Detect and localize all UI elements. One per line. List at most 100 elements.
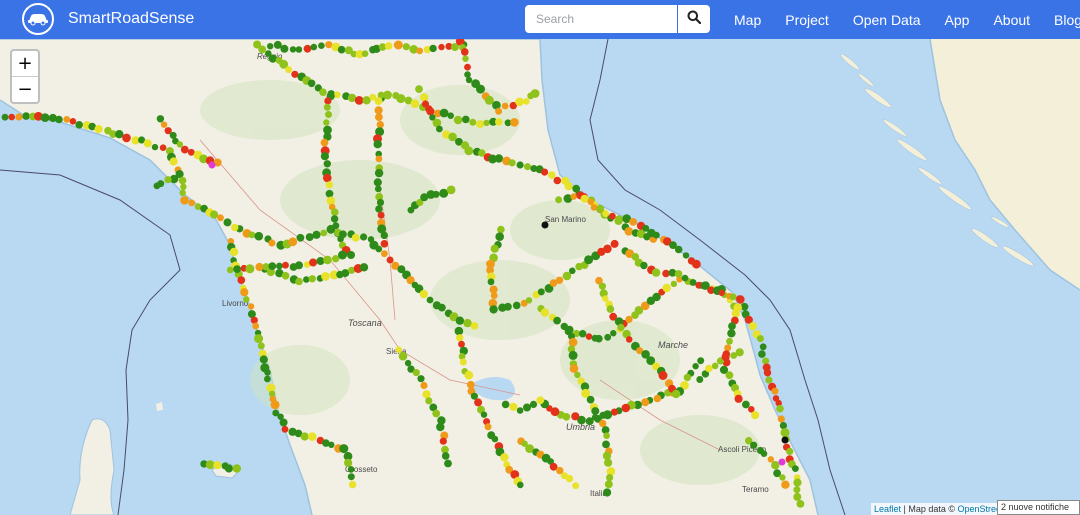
road-quality-dot bbox=[156, 115, 165, 123]
road-quality-dot bbox=[530, 89, 540, 98]
road-quality-dot bbox=[258, 45, 267, 54]
road-quality-dot bbox=[75, 121, 83, 129]
road-quality-dot bbox=[420, 93, 429, 102]
nav-app[interactable]: App bbox=[933, 12, 982, 28]
road-quality-dot bbox=[464, 146, 474, 156]
road-quality-dot bbox=[270, 400, 280, 410]
road-quality-dot bbox=[771, 461, 780, 470]
road-quality-dot bbox=[237, 276, 246, 284]
road-quality-dot bbox=[288, 237, 298, 247]
road-quality-dot bbox=[697, 357, 705, 365]
road-quality-dot bbox=[602, 440, 610, 449]
road-quality-dot bbox=[180, 183, 187, 190]
road-quality-dot bbox=[487, 278, 495, 286]
road-quality-dot bbox=[328, 441, 335, 448]
road-quality-dot bbox=[268, 239, 276, 247]
top-navbar: SmartRoadSense Map Project Open Data App… bbox=[0, 0, 1080, 39]
road-quality-dot bbox=[603, 432, 610, 440]
search-input[interactable] bbox=[525, 5, 677, 33]
road-quality-dot bbox=[398, 351, 408, 361]
road-quality-dot bbox=[169, 157, 178, 166]
road-quality-dot bbox=[339, 444, 349, 454]
road-quality-dot bbox=[606, 305, 615, 313]
road-quality-dot bbox=[728, 322, 736, 330]
road-quality-dot bbox=[318, 42, 325, 49]
road-quality-dot bbox=[516, 161, 524, 169]
road-quality-dot bbox=[587, 198, 594, 206]
road-quality-dot bbox=[641, 398, 650, 407]
zoom-out-button[interactable]: − bbox=[12, 76, 38, 102]
road-quality-dot bbox=[662, 269, 670, 278]
road-quality-dot bbox=[240, 288, 249, 297]
road-quality-dot bbox=[375, 155, 383, 163]
road-quality-dot bbox=[621, 403, 631, 413]
road-quality-dot bbox=[359, 263, 369, 272]
road-quality-dot bbox=[416, 47, 424, 55]
road-quality-dot bbox=[777, 415, 785, 423]
road-quality-dot bbox=[731, 309, 740, 318]
road-quality-dot bbox=[376, 198, 385, 206]
notification-badge[interactable]: 2 nuove notifiche bbox=[997, 500, 1080, 515]
road-quality-dot bbox=[115, 130, 124, 139]
road-quality-dot bbox=[525, 297, 533, 304]
brand-link[interactable]: SmartRoadSense bbox=[22, 3, 194, 35]
road-quality-dot bbox=[8, 113, 15, 121]
road-quality-dot bbox=[426, 296, 434, 304]
road-quality-dot bbox=[504, 302, 512, 311]
nav-project[interactable]: Project bbox=[773, 12, 841, 28]
search-icon bbox=[687, 10, 702, 29]
road-quality-dot bbox=[321, 272, 330, 281]
road-quality-dot bbox=[569, 267, 576, 275]
road-quality-dot bbox=[536, 396, 545, 405]
road-quality-dot bbox=[727, 329, 736, 338]
road-quality-dot bbox=[524, 163, 531, 171]
nav-blog[interactable]: Blog bbox=[1042, 12, 1080, 28]
road-quality-dot bbox=[615, 215, 623, 223]
road-quality-dot bbox=[604, 458, 613, 467]
road-quality-dot bbox=[653, 231, 660, 239]
road-quality-dot bbox=[763, 369, 772, 377]
road-quality-dot bbox=[653, 394, 662, 403]
road-quality-dot bbox=[674, 270, 683, 278]
road-quality-dot bbox=[758, 350, 766, 358]
road-quality-dot bbox=[360, 233, 368, 241]
road-quality-dot bbox=[159, 144, 167, 151]
road-quality-dot bbox=[480, 411, 488, 418]
road-quality-dot bbox=[729, 293, 737, 301]
road-quality-dot bbox=[604, 333, 612, 341]
zoom-in-button[interactable]: + bbox=[12, 51, 38, 76]
road-quality-dot bbox=[756, 335, 764, 343]
road-quality-dot bbox=[243, 296, 250, 303]
road-quality-dot bbox=[793, 486, 801, 494]
map-label-marche: Marche bbox=[658, 340, 688, 350]
road-quality-dot bbox=[476, 84, 485, 94]
road-quality-dot bbox=[474, 398, 483, 407]
road-quality-dot bbox=[268, 54, 277, 63]
map-canvas[interactable]: Reggio Toscana Siena Livorno Grosseto Ma… bbox=[0, 39, 1080, 515]
nav-map[interactable]: Map bbox=[722, 12, 773, 28]
road-quality-dot bbox=[779, 474, 786, 481]
road-quality-dot bbox=[604, 480, 613, 489]
road-quality-dot bbox=[179, 189, 186, 196]
road-quality-dot bbox=[376, 120, 384, 129]
road-quality-dot bbox=[760, 450, 768, 458]
nav-open-data[interactable]: Open Data bbox=[841, 12, 933, 28]
road-quality-dot bbox=[231, 223, 239, 232]
road-quality-dot bbox=[721, 352, 730, 361]
road-quality-dot bbox=[247, 303, 255, 310]
road-quality-dot bbox=[793, 478, 802, 487]
road-quality-dot bbox=[751, 411, 760, 420]
road-quality-dot bbox=[696, 376, 704, 383]
road-quality-dot bbox=[289, 46, 297, 53]
road-quality-dot bbox=[268, 262, 277, 270]
nav-about[interactable]: About bbox=[981, 12, 1042, 28]
map-view[interactable]: Reggio Toscana Siena Livorno Grosseto Ma… bbox=[0, 39, 1080, 515]
road-quality-dot bbox=[308, 275, 316, 283]
road-quality-dot bbox=[374, 97, 383, 106]
road-quality-dot bbox=[420, 381, 428, 390]
road-quality-dot bbox=[285, 66, 292, 74]
search-button[interactable] bbox=[678, 5, 710, 33]
road-quality-dot bbox=[312, 230, 321, 239]
leaflet-link[interactable]: Leaflet bbox=[874, 504, 901, 514]
road-quality-dot bbox=[208, 161, 216, 169]
